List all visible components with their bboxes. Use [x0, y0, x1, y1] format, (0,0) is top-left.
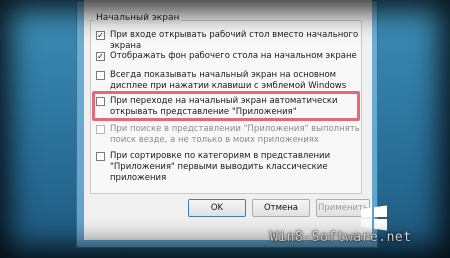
option-label: Всегда показывать начальный экран на осн… [110, 70, 347, 91]
taskbar-properties-dialog: Начальный экран ✓ При входе открывать ра… [84, 0, 372, 240]
ok-button[interactable]: OK [188, 199, 246, 217]
option-label: При сортировке по категориям в представл… [110, 151, 331, 183]
checkbox-desktop-background[interactable]: ✓ [96, 52, 105, 61]
checkbox-search-everywhere[interactable] [96, 125, 105, 134]
cancel-button[interactable]: Отмена [252, 199, 310, 217]
group-title: Начальный экран [94, 12, 182, 24]
option-label: Отображать фон рабочего стола на начальн… [110, 51, 357, 61]
watermark: Win8-Software.net [270, 230, 412, 245]
option-label: При входе открывать рабочий стол вместо … [110, 30, 359, 51]
checkbox-desktop-on-signin[interactable]: ✓ [96, 31, 105, 40]
checkbox-start-on-main-display[interactable] [96, 71, 105, 80]
checkbox-desktop-apps-first[interactable] [96, 152, 105, 161]
option-label: При поиске в представлении "Приложения" … [110, 124, 360, 145]
highlight-frame [92, 91, 360, 121]
windows-logo-icon [361, 205, 387, 231]
